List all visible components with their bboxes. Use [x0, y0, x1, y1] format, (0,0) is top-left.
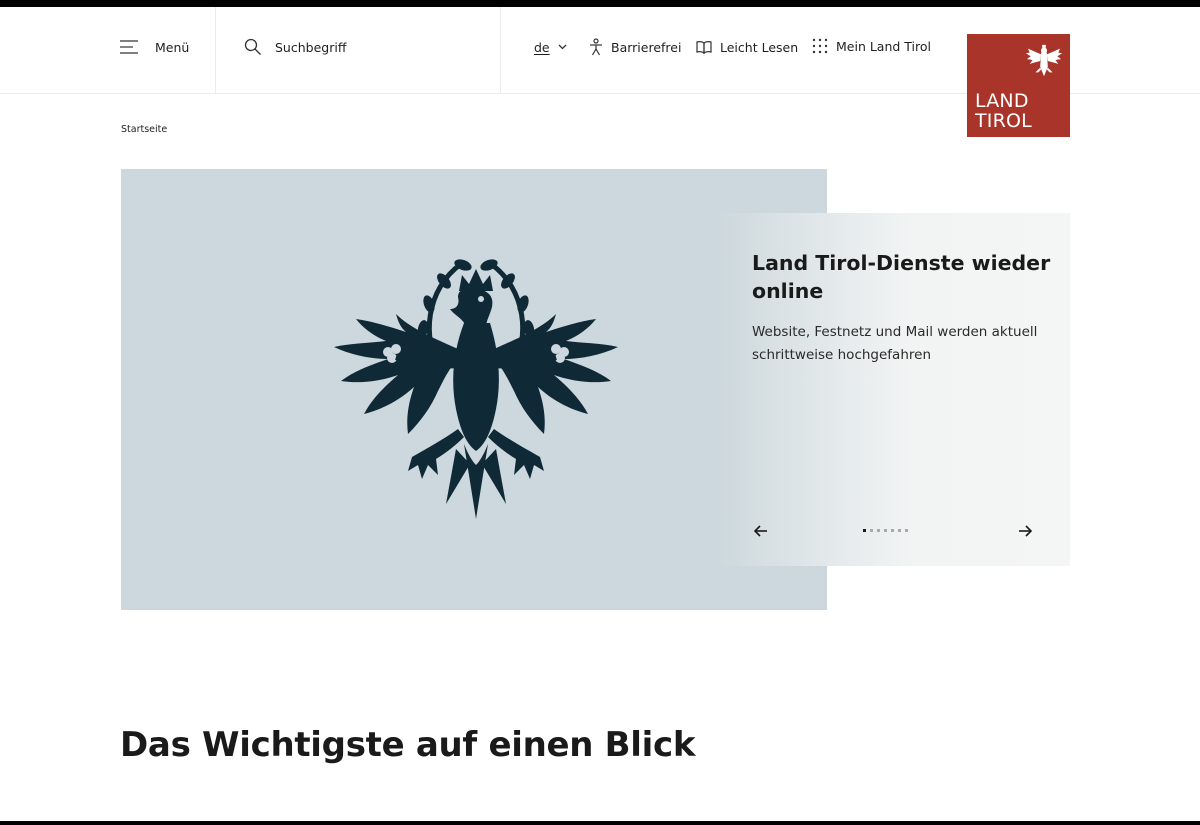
chevron-down-icon	[550, 44, 567, 50]
accessibility-link[interactable]: Barrierefrei	[589, 38, 681, 56]
my-land-tirol-link[interactable]: Mein Land Tirol	[812, 37, 931, 55]
header-divider	[215, 7, 216, 93]
slide-title: Land Tirol-Dienste wieder online	[752, 251, 1051, 303]
easy-read-link[interactable]: Leicht Lesen	[696, 38, 798, 56]
breadcrumb-home-link[interactable]: Startseite	[121, 124, 167, 135]
book-icon	[696, 40, 712, 54]
arrow-right-icon	[1014, 524, 1034, 543]
slider-dot[interactable]	[905, 529, 908, 532]
slider-dot[interactable]	[898, 529, 901, 532]
slider-pagination	[863, 529, 908, 532]
arrow-left-icon	[752, 524, 772, 543]
hero-slider-card: Land Tirol-Dienste wieder online Website…	[717, 213, 1070, 566]
eagle-logo-icon	[1025, 41, 1063, 85]
slider-dot[interactable]	[884, 529, 887, 532]
slider-dot[interactable]	[891, 529, 894, 532]
logo-line-land: LAND	[975, 90, 1029, 112]
search-field[interactable]: Suchbegriff	[244, 38, 346, 56]
top-border	[0, 0, 1200, 7]
grid-dots-icon	[812, 38, 828, 54]
section-heading: Das Wichtigste auf einen Blick	[120, 725, 696, 765]
tirol-eagle-icon	[321, 239, 631, 543]
accessibility-icon	[589, 38, 603, 56]
hamburger-icon	[120, 40, 138, 54]
logo-wordmark: LAND TIROL	[975, 91, 1032, 131]
easy-read-label: Leicht Lesen	[720, 39, 799, 55]
menu-label: Menü	[155, 39, 190, 55]
bottom-border	[0, 821, 1200, 825]
language-current: de	[534, 39, 550, 55]
slide-text: Website, Festnetz und Mail werden aktuel…	[752, 324, 1038, 363]
language-selector[interactable]: de	[534, 38, 567, 56]
prev-slide-button[interactable]	[752, 523, 772, 539]
search-placeholder: Suchbegriff	[275, 39, 347, 55]
slider-dot[interactable]	[863, 529, 866, 532]
land-tirol-logo[interactable]: LAND TIROL	[967, 34, 1070, 137]
menu-button[interactable]: Menü	[120, 38, 189, 56]
header-divider	[500, 7, 501, 93]
search-icon	[244, 38, 262, 56]
logo-line-tirol: TIROL	[975, 110, 1032, 132]
next-slide-button[interactable]	[1014, 523, 1034, 539]
my-land-tirol-label: Mein Land Tirol	[836, 38, 932, 54]
slider-dot[interactable]	[877, 529, 880, 532]
slider-dot[interactable]	[870, 529, 873, 532]
breadcrumb: Startseite	[121, 124, 167, 135]
accessibility-label: Barrierefrei	[611, 39, 682, 55]
